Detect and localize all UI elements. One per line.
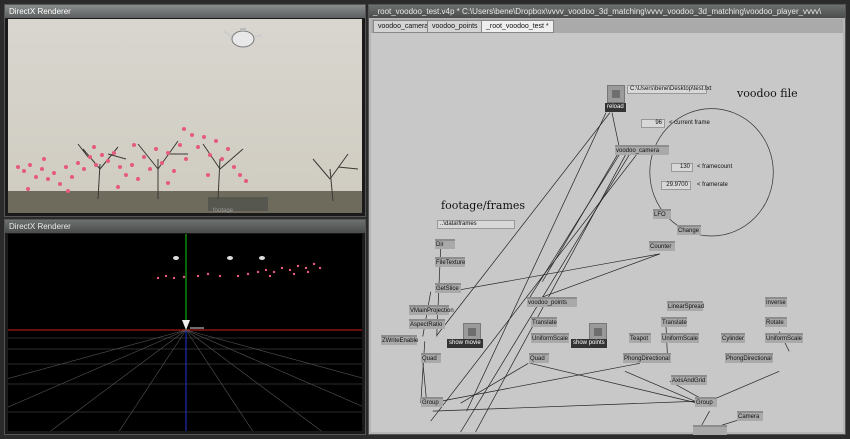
- tab-voodoo-points[interactable]: voodoo_points: [427, 20, 483, 33]
- node-phongdirectional-2[interactable]: PhongDirectional: [725, 353, 773, 363]
- renderer-bottom-viewport[interactable]: [8, 234, 362, 431]
- renderer-top-overlay-text: footage: [213, 208, 234, 213]
- show-movie-label: show movie: [447, 339, 483, 348]
- renderer-bottom-title: DirectX Renderer: [9, 222, 71, 231]
- renderer-window-bottom[interactable]: DirectX Renderer: [4, 219, 366, 435]
- footage-scene: footage: [8, 19, 362, 213]
- frames-path-input[interactable]: ..\data\frames: [437, 220, 515, 229]
- node-inverse[interactable]: Inverse: [765, 297, 787, 307]
- node-phongdirectional-1[interactable]: PhongDirectional: [623, 353, 671, 363]
- node-renderer-out[interactable]: [693, 425, 727, 435]
- voodoo-file-heading: voodoo file: [737, 87, 798, 100]
- patch-editor-window[interactable]: _root_voodoo_test.v4p * C:\Users\bene\Dr…: [368, 4, 846, 435]
- node-getslice[interactable]: GetSlice: [435, 283, 461, 293]
- current-frame-label: < current frame: [669, 120, 710, 126]
- node-group-2[interactable]: Group: [695, 397, 717, 407]
- node-voodoo-points[interactable]: voodoo_points: [527, 297, 577, 307]
- footage-heading: footage/frames: [441, 199, 526, 212]
- node-zwriteenable[interactable]: ZWriteEnable: [381, 335, 418, 345]
- renderer-top-viewport[interactable]: footage: [8, 19, 362, 213]
- patch-tabs: voodoo_camera voodoo_points _root_voodoo…: [371, 19, 843, 33]
- reload-label: reload: [605, 103, 626, 112]
- node-dir[interactable]: Dir: [435, 239, 455, 249]
- node-rotate[interactable]: Rotate: [765, 317, 787, 327]
- node-translate-2[interactable]: Translate: [661, 317, 687, 327]
- node-quad-2[interactable]: Quad: [529, 353, 549, 363]
- renderer-top-title: DirectX Renderer: [9, 7, 71, 16]
- node-teapot[interactable]: Teapot: [629, 333, 651, 343]
- node-lfo[interactable]: LFO: [653, 209, 671, 219]
- patch-title: _root_voodoo_test.v4p * C:\Users\bene\Dr…: [373, 7, 822, 16]
- node-change[interactable]: Change: [677, 225, 701, 235]
- framecount-value[interactable]: 130: [671, 163, 693, 172]
- renderer-window-top[interactable]: DirectX Renderer footage: [4, 4, 366, 217]
- node-uniformscale-1[interactable]: UniformScale: [531, 333, 569, 343]
- framecount-label: < framecount: [697, 164, 733, 170]
- file-path-input[interactable]: C:\Users\bene\Desktop\test.txt: [627, 85, 711, 94]
- node-uniformscale-3[interactable]: UniformScale: [765, 333, 803, 343]
- node-aspectratio[interactable]: AspectRatio: [409, 319, 445, 329]
- patch-titlebar[interactable]: _root_voodoo_test.v4p * C:\Users\bene\Dr…: [369, 5, 845, 18]
- framerate-label: < framerate: [697, 182, 728, 188]
- patch-canvas[interactable]: voodoo file reload C:\Users\bene\Desktop…: [371, 33, 843, 435]
- show-points-label: show points: [571, 339, 607, 348]
- node-counter[interactable]: Counter: [649, 241, 675, 251]
- node-filetexture[interactable]: FileTexture: [435, 257, 465, 267]
- tab-voodoo-camera[interactable]: voodoo_camera: [373, 20, 434, 33]
- node-vmainprojection[interactable]: VMainProjection: [409, 305, 454, 315]
- node-quad-1[interactable]: Quad: [421, 353, 441, 363]
- framerate-value[interactable]: 29.9700: [661, 181, 691, 190]
- 3d-scene: [8, 234, 362, 431]
- node-uniformscale-2[interactable]: UniformScale: [661, 333, 699, 343]
- node-group-1[interactable]: Group: [421, 397, 443, 407]
- node-linearspread[interactable]: LinearSpread: [667, 301, 704, 311]
- node-cylinder[interactable]: Cylinder: [721, 333, 745, 343]
- node-camera[interactable]: Camera: [737, 411, 763, 421]
- current-frame-value[interactable]: 96: [641, 119, 665, 128]
- renderer-top-titlebar[interactable]: DirectX Renderer: [5, 5, 365, 18]
- node-translate-1[interactable]: Translate: [531, 317, 557, 327]
- renderer-bottom-titlebar[interactable]: DirectX Renderer: [5, 220, 365, 233]
- reload-toggle[interactable]: [607, 85, 625, 103]
- tab-root-voodoo-test[interactable]: _root_voodoo_test *: [481, 20, 554, 33]
- node-voodoo-camera[interactable]: voodoo_camera: [615, 145, 669, 155]
- node-axisandgrid[interactable]: AxisAndGrid: [671, 375, 707, 385]
